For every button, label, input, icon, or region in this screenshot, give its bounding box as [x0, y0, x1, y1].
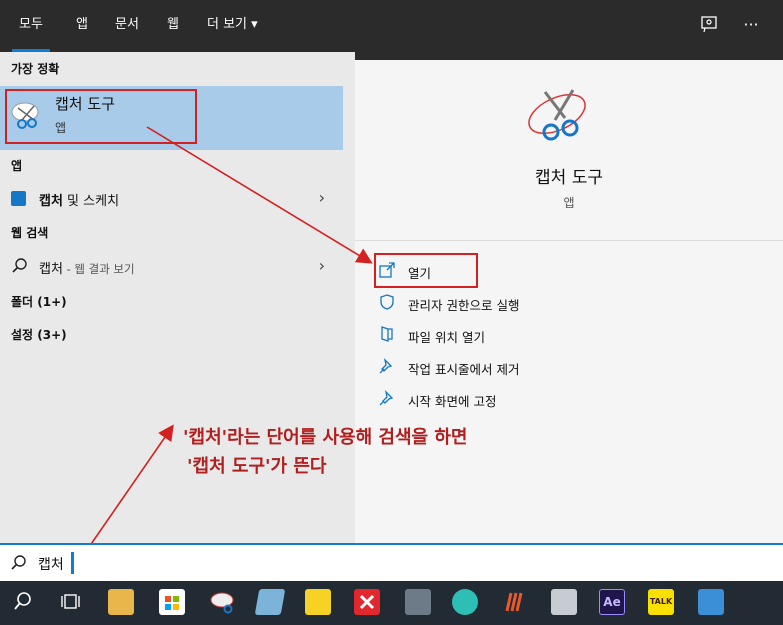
control-panel-icon[interactable]: [698, 589, 724, 615]
text-cursor: [71, 552, 74, 574]
search-icon[interactable]: [10, 589, 36, 615]
file-explorer-icon[interactable]: [108, 589, 134, 615]
sticky-notes-icon[interactable]: [305, 589, 331, 615]
annotation-arrows: [77, 126, 373, 564]
search-icon: [10, 554, 28, 576]
search-input[interactable]: 캡처: [38, 554, 64, 574]
stripes-app-icon[interactable]: [501, 589, 527, 615]
search-bar[interactable]: 캡처: [0, 543, 783, 581]
snipping-tool-icon[interactable]: [210, 589, 236, 615]
fish-app-icon[interactable]: [452, 589, 478, 615]
kakaotalk-icon[interactable]: TALK: [648, 589, 674, 615]
notepad-icon[interactable]: [254, 589, 286, 615]
store-icon[interactable]: [159, 589, 185, 615]
taskbar: Ae TALK: [0, 581, 783, 625]
scanner-icon[interactable]: [551, 589, 577, 615]
task-view-icon[interactable]: [57, 589, 83, 615]
annotation-line-2: '캡처 도구'가 뜬다: [187, 456, 327, 477]
after-effects-icon[interactable]: Ae: [599, 589, 625, 615]
annotation-line-1: '캡처'라는 단어를 사용해 검색을 하면: [183, 427, 468, 448]
calculator-icon[interactable]: [405, 589, 431, 615]
xmind-icon[interactable]: [354, 589, 380, 615]
